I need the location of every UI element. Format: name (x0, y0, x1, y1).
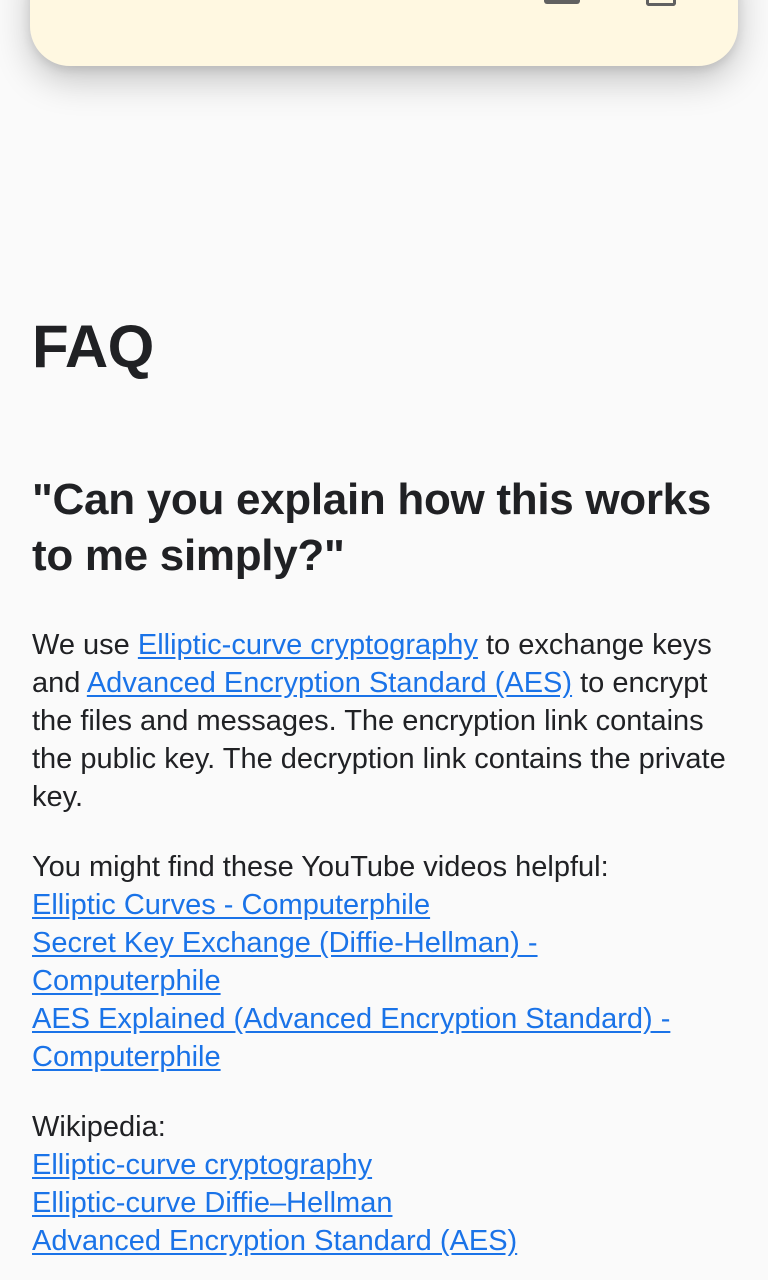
wikipedia-intro: Wikipedia: (32, 1111, 166, 1143)
answer-text-1: We use (32, 629, 138, 661)
faq-section: FAQ "Can you explain how this works to m… (32, 300, 732, 1260)
wiki-link-ecc[interactable]: Elliptic-curve cryptography (32, 1146, 732, 1184)
videos-intro: You might find these YouTube videos help… (32, 851, 609, 883)
faq-question: "Can you explain how this works to me si… (32, 475, 712, 580)
top-card (30, 0, 738, 66)
faq-answer: We use Elliptic-curve cryptography to ex… (32, 626, 732, 816)
link-elliptic-curve-cryptography[interactable]: Elliptic-curve cryptography (138, 629, 478, 661)
link-aes[interactable]: Advanced Encryption Standard (AES) (87, 667, 572, 699)
wiki-link-aes[interactable]: Advanced Encryption Standard (AES) (32, 1222, 732, 1260)
copy-icon[interactable] (646, 0, 676, 6)
faq-title: FAQ (32, 313, 154, 380)
toolbar-icon[interactable] (544, 0, 580, 4)
videos-section: You might find these YouTube videos help… (32, 848, 732, 1076)
video-link-aes-explained[interactable]: AES Explained (Advanced Encryption Stand… (32, 1000, 732, 1076)
wiki-link-ecdh[interactable]: Elliptic-curve Diffie–Hellman (32, 1184, 732, 1222)
page: FAQ "Can you explain how this works to m… (0, 0, 768, 1280)
video-link-elliptic-curves[interactable]: Elliptic Curves - Computerphile (32, 886, 732, 924)
wikipedia-section: Wikipedia: Elliptic-curve cryptography E… (32, 1108, 732, 1260)
video-link-secret-key-exchange[interactable]: Secret Key Exchange (Diffie-Hellman) - C… (32, 924, 732, 1000)
